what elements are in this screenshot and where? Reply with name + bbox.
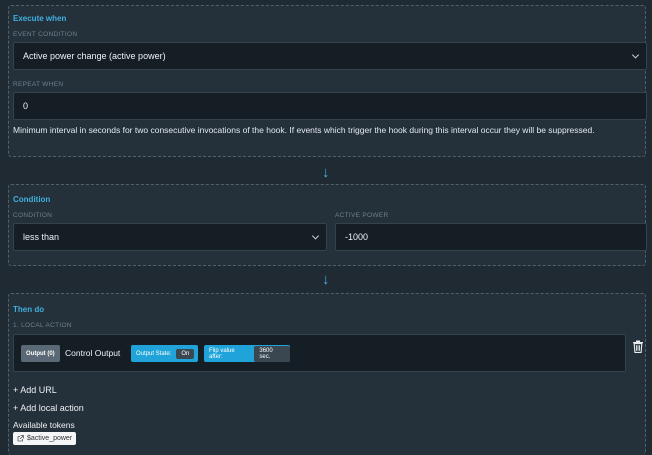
token-label: $active_power	[27, 435, 73, 442]
condition-value: less than	[23, 232, 60, 242]
condition-section: Condition CONDITION less than ACTIVE POW…	[8, 184, 647, 266]
section-title: Condition	[13, 195, 51, 204]
section-title: Execute when	[13, 14, 67, 23]
flow-arrow-icon: ↓	[322, 271, 330, 288]
repeat-when-input[interactable]: 0	[13, 92, 647, 120]
active-power-label: ACTIVE POWER	[335, 212, 389, 219]
repeat-when-value: 0	[23, 101, 29, 111]
active-power-value: -1000	[345, 232, 369, 242]
output-badge: Output (0)	[21, 345, 60, 362]
add-url-link[interactable]: + Add URL	[13, 385, 57, 395]
repeat-help-text: Minimum interval in seconds for two cons…	[13, 125, 595, 135]
condition-label: CONDITION	[13, 212, 53, 219]
add-local-action-link[interactable]: + Add local action	[13, 403, 84, 413]
active-power-input[interactable]: -1000	[335, 223, 647, 251]
then-do-section: Then do 1. LOCAL ACTION Output (0) Contr…	[8, 293, 646, 455]
available-tokens-label: Available tokens	[13, 420, 75, 430]
output-state-label: Output State:	[136, 350, 172, 357]
output-state-chip[interactable]: Output State: On	[131, 345, 198, 362]
execute-when-section: Execute when EVENT CONDITION Active powe…	[8, 5, 647, 157]
output-state-value: On	[176, 348, 195, 359]
local-action-row[interactable]: Output (0) Control Output Output State: …	[13, 334, 626, 372]
event-condition-value: Active power change (active power)	[23, 51, 166, 61]
section-title: Then do	[13, 305, 45, 314]
chevron-down-icon	[311, 232, 320, 240]
action-text: Control Output	[65, 348, 121, 358]
chevron-down-icon	[631, 51, 640, 59]
trash-icon[interactable]	[632, 340, 644, 353]
flow-arrow-icon: ↓	[322, 164, 330, 181]
event-condition-select[interactable]: Active power change (active power)	[13, 42, 647, 70]
condition-select[interactable]: less than	[13, 223, 327, 251]
flip-label: Flip value after:	[209, 347, 235, 360]
external-link-icon	[17, 435, 24, 442]
event-condition-label: EVENT CONDITION	[13, 31, 78, 38]
flip-value-chip[interactable]: Flip value after: 3600 sec.	[204, 345, 290, 362]
repeat-when-label: REPEAT WHEN	[13, 81, 64, 88]
token-chip[interactable]: $active_power	[13, 432, 77, 445]
flip-value: 3600 sec.	[254, 345, 290, 362]
local-action-label: 1. LOCAL ACTION	[13, 322, 72, 329]
